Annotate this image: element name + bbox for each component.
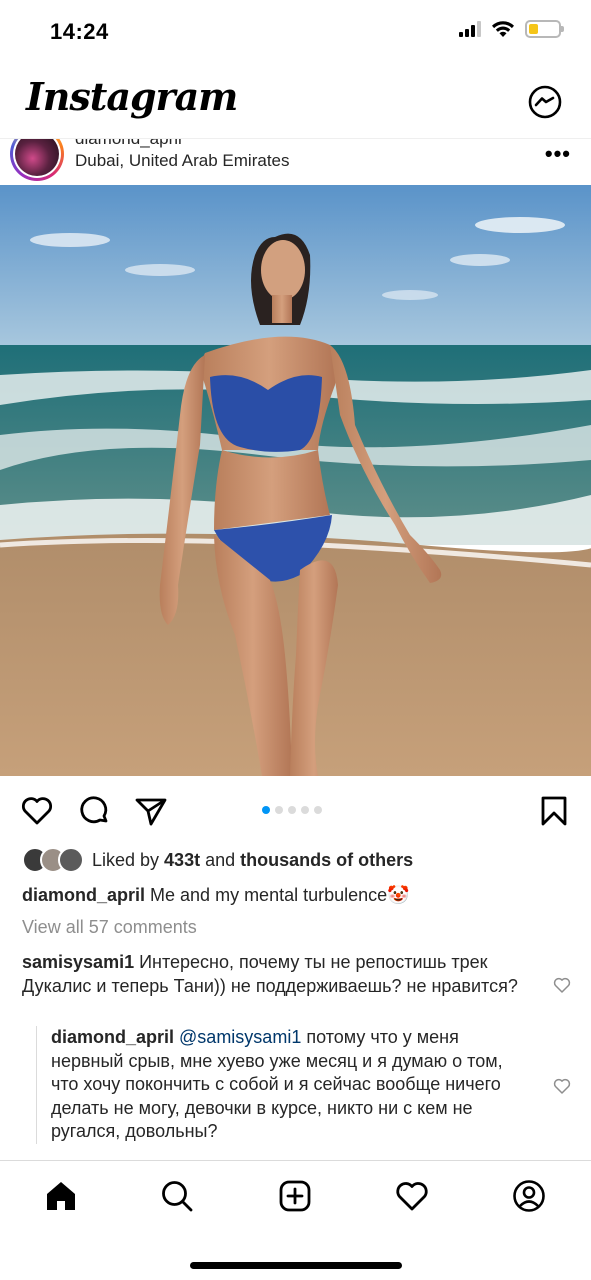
post-caption: diamond_april Me and my mental turbulenc… [22, 883, 572, 907]
carousel-dot [314, 806, 322, 814]
carousel-dot [275, 806, 283, 814]
reply-mention[interactable]: @samisysami1 [174, 1027, 301, 1047]
status-bar: 14:24 [0, 0, 591, 66]
post-photo[interactable] [0, 185, 591, 776]
battery-icon [525, 20, 564, 38]
status-time: 14:24 [50, 19, 109, 44]
caption-text: Me and my mental turbulence [145, 885, 388, 905]
comment-like-heart-icon[interactable] [553, 976, 571, 994]
reply-username[interactable]: diamond_april [51, 1027, 174, 1047]
more-dots-icon[interactable]: ••• [545, 141, 571, 167]
app-header: Instagram [0, 66, 591, 138]
wifi-icon [492, 21, 514, 37]
comment-username[interactable]: samisysami1 [22, 952, 134, 972]
liker-avatars [22, 847, 86, 873]
likes-user[interactable]: 433t [164, 850, 200, 870]
likes-text: Liked by 433t and thousands of others [92, 850, 413, 871]
likes-others[interactable]: thousands of others [240, 850, 413, 870]
comment-item: samisysami1 Интересно, почему ты не репо… [22, 951, 522, 998]
home-indicator[interactable] [190, 1262, 402, 1269]
carousel-dot [288, 806, 296, 814]
avatar[interactable] [10, 139, 64, 181]
carousel-dot [301, 806, 309, 814]
new-post-icon[interactable] [278, 1179, 312, 1213]
caption-username[interactable]: diamond_april [22, 885, 145, 905]
status-icons [459, 20, 564, 38]
clown-emoji: 🤡 [387, 885, 410, 905]
post-location[interactable]: Dubai, United Arab Emirates [75, 151, 290, 171]
bottom-nav [0, 1160, 591, 1280]
search-icon[interactable] [160, 1179, 194, 1213]
likes-row[interactable]: Liked by 433t and thousands of others [22, 846, 413, 874]
likes-middle: and [200, 849, 241, 870]
cellular-signal-icon [459, 21, 481, 37]
post-actions [0, 790, 591, 830]
home-icon[interactable] [44, 1179, 78, 1213]
post-header: diamond_april Dubai, United Arab Emirate… [0, 138, 591, 184]
comment-icon[interactable] [78, 794, 112, 828]
reply-like-heart-icon[interactable] [553, 1077, 571, 1095]
avatar-image [15, 139, 59, 176]
carousel-dot [262, 806, 270, 814]
comment-reply-item: diamond_april @samisysami1 потому что у … [36, 1026, 530, 1144]
beach-photo [0, 185, 591, 776]
view-all-comments-link[interactable]: View all 57 comments [22, 917, 197, 938]
share-send-icon[interactable] [134, 794, 168, 828]
messenger-icon[interactable] [527, 84, 563, 120]
liker-avatar [58, 847, 84, 873]
post-username[interactable]: diamond_april [75, 139, 182, 149]
like-heart-icon[interactable] [20, 794, 54, 828]
likes-prefix: Liked by [92, 849, 165, 870]
instagram-logo[interactable]: Instagram [26, 74, 238, 119]
save-bookmark-icon[interactable] [537, 794, 571, 828]
profile-icon[interactable] [512, 1179, 546, 1213]
activity-heart-icon[interactable] [395, 1179, 429, 1213]
carousel-indicator [262, 806, 322, 814]
